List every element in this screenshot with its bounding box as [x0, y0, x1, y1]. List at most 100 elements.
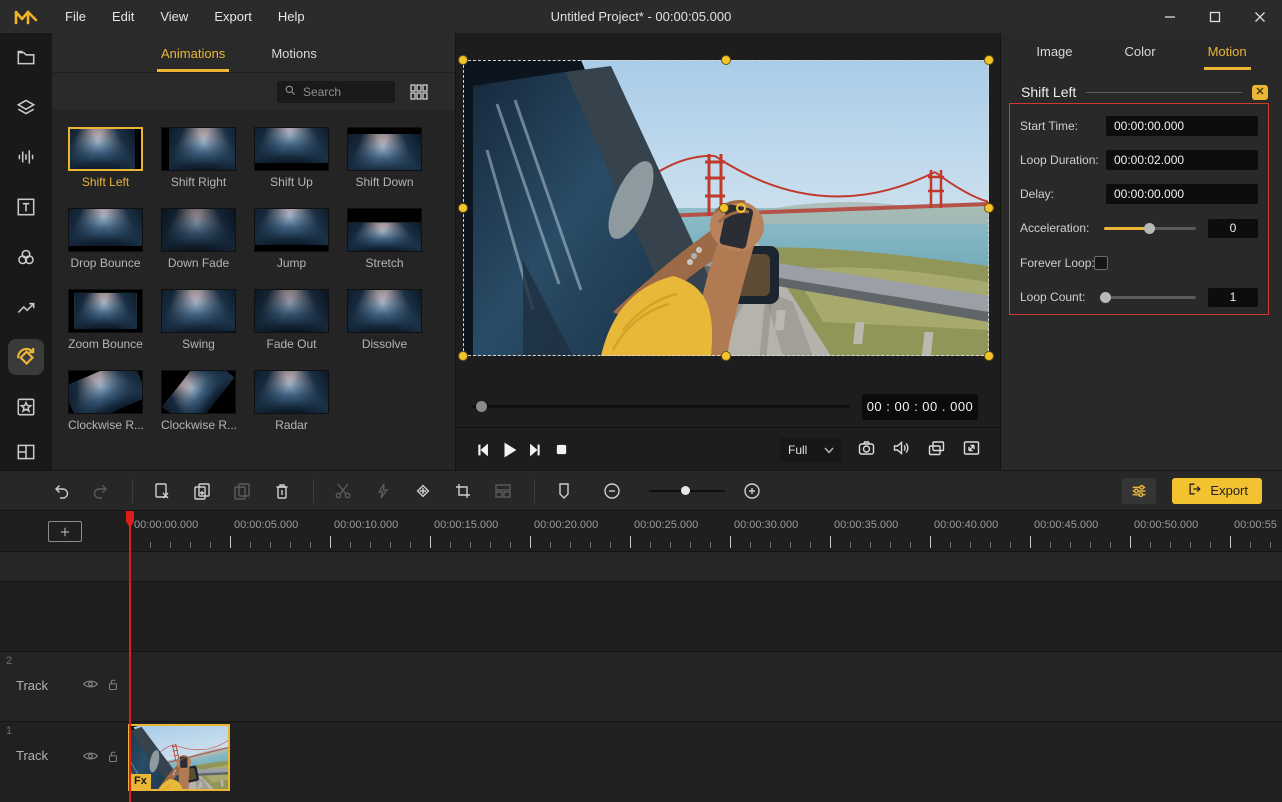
timeline-ruler[interactable]: 00:00:00.00000:00:05.00000:00:10.00000:0… [0, 511, 1282, 552]
animation-item[interactable]: Fade Out [254, 289, 329, 351]
timeline-zoom-thumb[interactable] [681, 486, 690, 495]
copy-clip-icon[interactable] [227, 477, 257, 505]
marker-icon[interactable] [549, 477, 579, 505]
duplicate-clip-icon[interactable] [187, 477, 217, 505]
redo-icon[interactable] [86, 477, 116, 505]
duplicate-preview-icon[interactable] [926, 438, 947, 461]
loop-count-slider-thumb[interactable] [1100, 292, 1111, 303]
acceleration-slider-thumb[interactable] [1144, 223, 1155, 234]
track-lock-icon[interactable] [106, 677, 120, 695]
handle-mid-right[interactable] [984, 203, 994, 213]
handle-top-center[interactable] [721, 55, 731, 65]
handle-top-right[interactable] [984, 55, 994, 65]
track-lock-icon[interactable] [106, 749, 120, 767]
preview-scale-select[interactable]: Full [780, 438, 842, 462]
transitions-icon[interactable] [8, 289, 44, 325]
handle-anchor[interactable] [736, 203, 746, 213]
animation-item[interactable]: Drop Bounce [68, 208, 143, 270]
text-icon[interactable] [8, 189, 44, 225]
snapshot-camera-icon[interactable] [856, 438, 877, 461]
menu-help[interactable]: Help [265, 9, 318, 24]
crop-icon[interactable] [448, 477, 478, 505]
menu-edit[interactable]: Edit [99, 9, 147, 24]
track-visibility-eye-icon[interactable] [82, 749, 99, 766]
loop-duration-input[interactable] [1106, 150, 1258, 170]
menu-view[interactable]: View [147, 9, 201, 24]
scissors-icon[interactable] [328, 477, 358, 505]
animation-item[interactable]: Shift Left [68, 127, 143, 189]
track-row-2[interactable]: 2 Track [0, 652, 1282, 722]
animation-item[interactable]: Clockwise R... [161, 370, 236, 432]
tab-motion[interactable]: Motion [1204, 44, 1251, 70]
fullscreen-icon[interactable] [961, 438, 982, 461]
animation-item[interactable]: Stretch [347, 208, 422, 270]
preview-scrubber[interactable] [472, 405, 850, 408]
effects-icon[interactable] [8, 389, 44, 425]
animation-item[interactable]: Jump [254, 208, 329, 270]
remove-effect-icon[interactable]: ✕ [1252, 85, 1268, 100]
search-box[interactable] [277, 81, 395, 103]
remove-clip-icon[interactable] [147, 477, 177, 505]
animation-item[interactable]: Radar [254, 370, 329, 432]
media-folder-icon[interactable] [8, 39, 44, 75]
playhead[interactable] [129, 511, 131, 802]
acceleration-value[interactable]: 0 [1208, 219, 1258, 238]
stop-icon[interactable] [548, 437, 574, 463]
animations-icon[interactable] [8, 339, 44, 375]
start-time-input[interactable] [1106, 116, 1258, 136]
timeline-lane-middle[interactable] [0, 582, 1282, 652]
add-keyframe-icon[interactable] [408, 477, 438, 505]
menu-export[interactable]: Export [201, 9, 265, 24]
tab-color[interactable]: Color [1121, 44, 1160, 70]
tab-image[interactable]: Image [1032, 44, 1076, 70]
animation-item[interactable]: Shift Down [347, 127, 422, 189]
handle-bottom-left[interactable] [458, 351, 468, 361]
tab-animations[interactable]: Animations [157, 46, 229, 72]
auto-enhance-icon[interactable] [368, 477, 398, 505]
timeline-lane-upper[interactable] [0, 552, 1282, 582]
maximize-icon[interactable] [1192, 0, 1237, 33]
forever-loop-checkbox[interactable] [1094, 256, 1108, 270]
handle-bottom-right[interactable] [984, 351, 994, 361]
zoom-in-icon[interactable] [737, 477, 767, 505]
layers-icon[interactable] [8, 89, 44, 125]
animation-item[interactable]: Down Fade [161, 208, 236, 270]
animation-item[interactable]: Shift Right [161, 127, 236, 189]
zoom-out-icon[interactable] [597, 477, 627, 505]
handle-mid-left[interactable] [458, 203, 468, 213]
timeline-settings-icon[interactable] [1122, 478, 1156, 504]
next-frame-icon[interactable] [522, 437, 548, 463]
delay-input[interactable] [1106, 184, 1258, 204]
animation-item[interactable]: Clockwise R... [68, 370, 143, 432]
acceleration-slider[interactable] [1104, 227, 1196, 230]
previous-frame-icon[interactable] [470, 437, 496, 463]
audio-icon[interactable] [8, 139, 44, 175]
handle-center[interactable] [719, 203, 729, 213]
close-icon[interactable] [1237, 0, 1282, 33]
volume-icon[interactable] [891, 438, 912, 461]
animation-item[interactable]: Shift Up [254, 127, 329, 189]
grid-view-icon[interactable] [409, 83, 429, 101]
handle-bottom-center[interactable] [721, 351, 731, 361]
scrubber-thumb[interactable] [476, 401, 487, 412]
add-track-button[interactable] [48, 521, 82, 542]
preview-stage[interactable] [463, 60, 989, 356]
timeline-zoom-slider[interactable] [649, 490, 725, 492]
filters-icon[interactable] [8, 239, 44, 275]
layout-icon[interactable] [488, 477, 518, 505]
animation-item[interactable]: Dissolve [347, 289, 422, 351]
loop-count-slider[interactable] [1104, 296, 1196, 299]
play-icon[interactable] [496, 437, 522, 463]
loop-count-value[interactable]: 1 [1208, 288, 1258, 307]
track-visibility-eye-icon[interactable] [82, 677, 99, 694]
split-screen-icon[interactable] [8, 434, 44, 470]
minimize-icon[interactable] [1147, 0, 1192, 33]
animation-item[interactable]: Swing [161, 289, 236, 351]
menu-file[interactable]: File [52, 9, 99, 24]
tab-motions[interactable]: Motions [267, 46, 321, 72]
delete-icon[interactable] [267, 477, 297, 505]
search-input[interactable] [301, 84, 381, 100]
animation-item[interactable]: Zoom Bounce [68, 289, 143, 351]
export-button[interactable]: Export [1172, 478, 1262, 504]
handle-top-left[interactable] [458, 55, 468, 65]
